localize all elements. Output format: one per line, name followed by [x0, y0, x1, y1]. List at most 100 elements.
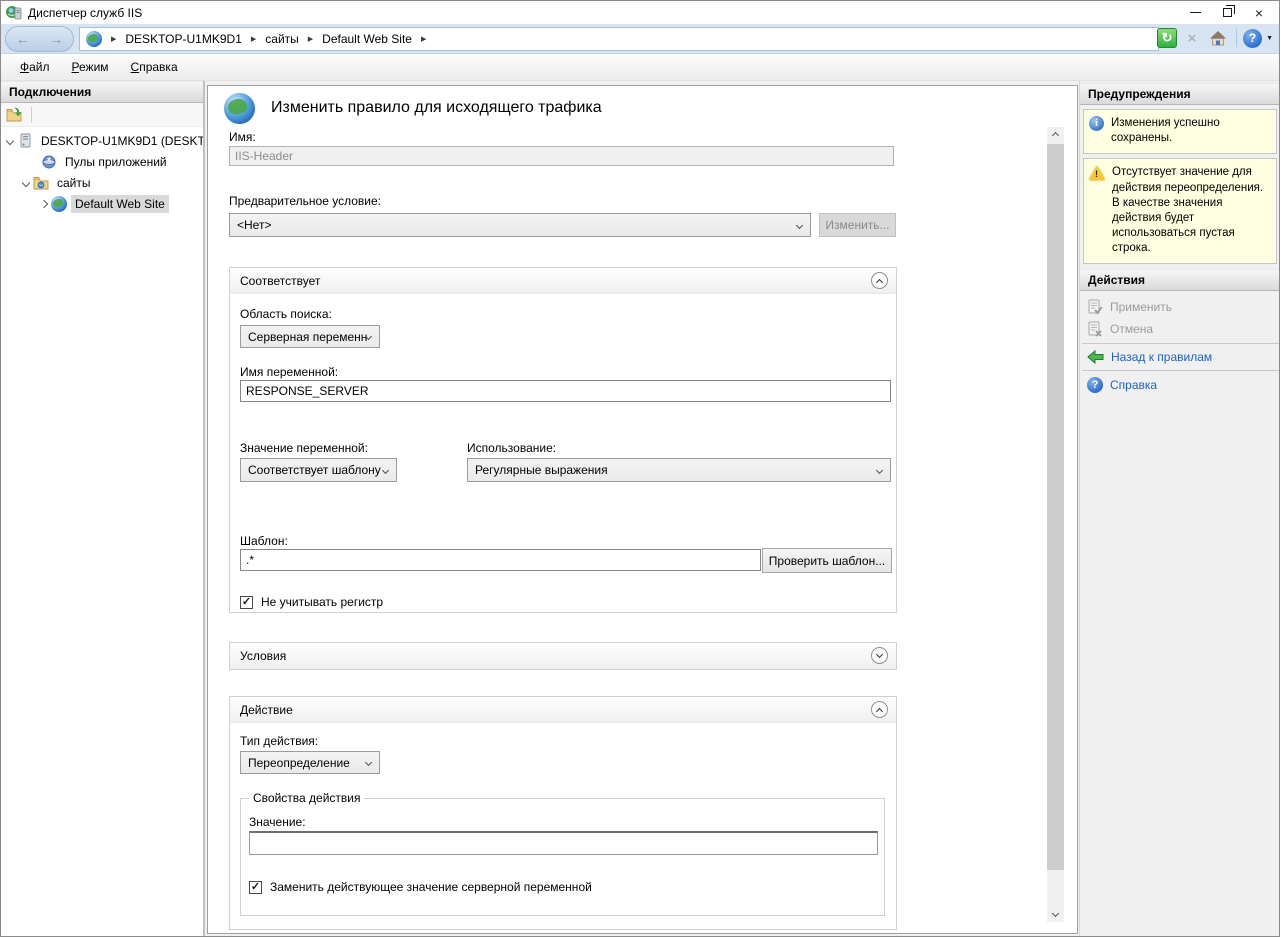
- warning-notice: ! Отсутствует значение для действия пере…: [1083, 158, 1277, 264]
- value-label: Значение:: [249, 815, 306, 829]
- menu-file[interactable]: Файл: [9, 56, 61, 78]
- help-label: Справка: [1110, 378, 1157, 392]
- breadcrumb[interactable]: ▶ DESKTOP-U1MK9D1 ▶ сайты ▶ Default Web …: [79, 27, 1159, 51]
- scroll-down-button[interactable]: [1047, 905, 1064, 922]
- ignore-case-checkbox[interactable]: ✓: [240, 596, 253, 609]
- tree-item-app-pools[interactable]: Пулы приложений: [1, 151, 203, 172]
- info-notice-text: Изменения успешно сохранены.: [1111, 116, 1272, 146]
- conditions-section-title: Условия: [240, 649, 286, 663]
- right-panel: Предупреждения i Изменения успешно сохра…: [1079, 81, 1280, 936]
- app-pools-icon: [41, 154, 57, 170]
- breadcrumb-arrow-icon: ▶: [308, 35, 313, 43]
- connections-toolbar: [1, 103, 203, 127]
- back-to-rules-action[interactable]: Назад к правилам: [1080, 347, 1280, 367]
- tree-item-default-web-site[interactable]: Default Web Site: [1, 193, 203, 214]
- variable-name-field[interactable]: [240, 380, 891, 402]
- edit-precondition-button[interactable]: Изменить...: [819, 213, 896, 237]
- action-properties-legend: Свойства действия: [249, 791, 364, 805]
- scroll-up-button[interactable]: [1047, 127, 1064, 144]
- operation-value: Соответствует шаблону: [248, 463, 381, 477]
- close-button[interactable]: ×: [1243, 1, 1275, 24]
- forward-button[interactable]: →: [44, 31, 68, 47]
- value-field[interactable]: [249, 831, 878, 855]
- chevron-up-icon: [876, 707, 883, 714]
- breadcrumb-default-web-site[interactable]: Default Web Site: [322, 32, 412, 46]
- breadcrumb-server[interactable]: DESKTOP-U1MK9D1: [125, 32, 241, 46]
- action-type-select[interactable]: Переопределение: [240, 751, 380, 774]
- minimize-button[interactable]: [1179, 1, 1211, 24]
- close-icon: ×: [1255, 6, 1263, 20]
- chevron-down-icon: [365, 759, 372, 766]
- conditions-section-header[interactable]: Условия: [230, 643, 896, 669]
- tree-item-server[interactable]: DESKTOP-U1MK9D1 (DESKTOP: [1, 130, 203, 151]
- restore-button[interactable]: [1211, 1, 1243, 24]
- tree-label-default-web-site[interactable]: Default Web Site: [71, 195, 169, 213]
- menu-help[interactable]: Справка: [120, 56, 189, 78]
- actions-list: Применить Отмена Назад к правилам ?: [1080, 291, 1280, 396]
- save-connection-icon[interactable]: [6, 107, 23, 122]
- action-section-title: Действие: [240, 703, 293, 717]
- match-section-title: Соответствует: [240, 274, 320, 288]
- collapse-section-button[interactable]: [871, 272, 888, 289]
- expander-collapse-icon[interactable]: [6, 136, 14, 144]
- chevron-down-icon: [876, 466, 883, 473]
- menu-view[interactable]: Режим: [61, 56, 120, 78]
- operation-select[interactable]: Соответствует шаблону: [240, 458, 397, 482]
- action-section-header[interactable]: Действие: [230, 697, 896, 723]
- expander-collapse-icon[interactable]: [22, 178, 30, 186]
- tree-label-app-pools[interactable]: Пулы приложений: [61, 153, 171, 171]
- help-dropdown-caret-icon[interactable]: ▼: [1266, 35, 1273, 42]
- tree-label-server[interactable]: DESKTOP-U1MK9D1 (DESKTOP: [37, 132, 203, 150]
- scrollbar-thumb[interactable]: [1047, 144, 1064, 870]
- minimize-icon: [1190, 12, 1201, 13]
- chevron-up-icon: [1052, 132, 1059, 139]
- name-field: [229, 146, 894, 166]
- breadcrumb-arrow-icon: ▶: [251, 35, 256, 43]
- page-title: Изменить правило для исходящего трафика: [271, 99, 602, 117]
- restore-icon: [1223, 8, 1232, 17]
- tree-label-sites[interactable]: сайты: [53, 174, 95, 192]
- usage-select[interactable]: Регулярные выражения: [467, 458, 891, 482]
- pattern-field[interactable]: [240, 549, 761, 571]
- test-pattern-button[interactable]: Проверить шаблон...: [762, 548, 892, 573]
- connections-tree: DESKTOP-U1MK9D1 (DESKTOP Пулы приложений: [1, 127, 203, 214]
- connections-panel: Подключения DESKTOP-U1MK9D1 (DESKTOP: [1, 81, 205, 936]
- menu-bar: Файл Режим Справка: [1, 54, 1279, 81]
- warning-notice-text: Отсутствует значение для действия переоп…: [1112, 165, 1272, 256]
- breadcrumb-arrow-icon: ▶: [111, 35, 116, 43]
- cancel-icon: [1087, 321, 1103, 337]
- match-section-header[interactable]: Соответствует: [230, 268, 896, 294]
- info-icon: i: [1089, 116, 1104, 131]
- precondition-label: Предварительное условие:: [229, 194, 381, 208]
- help-icon[interactable]: ?: [1243, 29, 1262, 48]
- tree-item-sites[interactable]: сайты: [1, 172, 203, 193]
- usage-label: Использование:: [467, 441, 556, 455]
- page-globe-icon: [224, 93, 255, 124]
- address-bar: ← → ▶ DESKTOP-U1MK9D1 ▶ сайты ▶ Default …: [1, 24, 1279, 54]
- apply-action[interactable]: Применить: [1080, 296, 1280, 318]
- collapse-section-button[interactable]: [871, 701, 888, 718]
- replace-checkbox[interactable]: ✓: [249, 881, 262, 894]
- cancel-label: Отмена: [1110, 322, 1153, 336]
- home-icon[interactable]: [1207, 28, 1229, 48]
- vertical-scrollbar[interactable]: [1047, 127, 1064, 922]
- expander-expand-icon[interactable]: [40, 199, 48, 207]
- divider: [1082, 370, 1279, 371]
- stop-icon[interactable]: ×: [1182, 28, 1202, 48]
- action-type-value: Переопределение: [248, 756, 350, 770]
- scope-select[interactable]: Серверная переменн: [240, 325, 380, 348]
- refresh-icon[interactable]: ↻: [1157, 28, 1177, 48]
- back-button[interactable]: ←: [11, 31, 35, 47]
- precondition-select[interactable]: <Нет>: [229, 213, 811, 237]
- iis-manager-window: Диспетчер служб IIS × ← → ▶ DESKTOP-U1MK…: [0, 0, 1280, 937]
- help-action[interactable]: ? Справка: [1080, 374, 1280, 396]
- expand-section-button[interactable]: [871, 647, 888, 664]
- website-globe-icon: [51, 196, 67, 212]
- connections-header: Подключения: [1, 81, 203, 103]
- breadcrumb-sites[interactable]: сайты: [265, 32, 299, 46]
- warnings-header: Предупреждения: [1080, 83, 1280, 105]
- scope-label: Область поиска:: [240, 307, 332, 321]
- cancel-action[interactable]: Отмена: [1080, 318, 1280, 340]
- warning-icon: !: [1089, 166, 1105, 180]
- back-arrow-icon: [1087, 350, 1104, 364]
